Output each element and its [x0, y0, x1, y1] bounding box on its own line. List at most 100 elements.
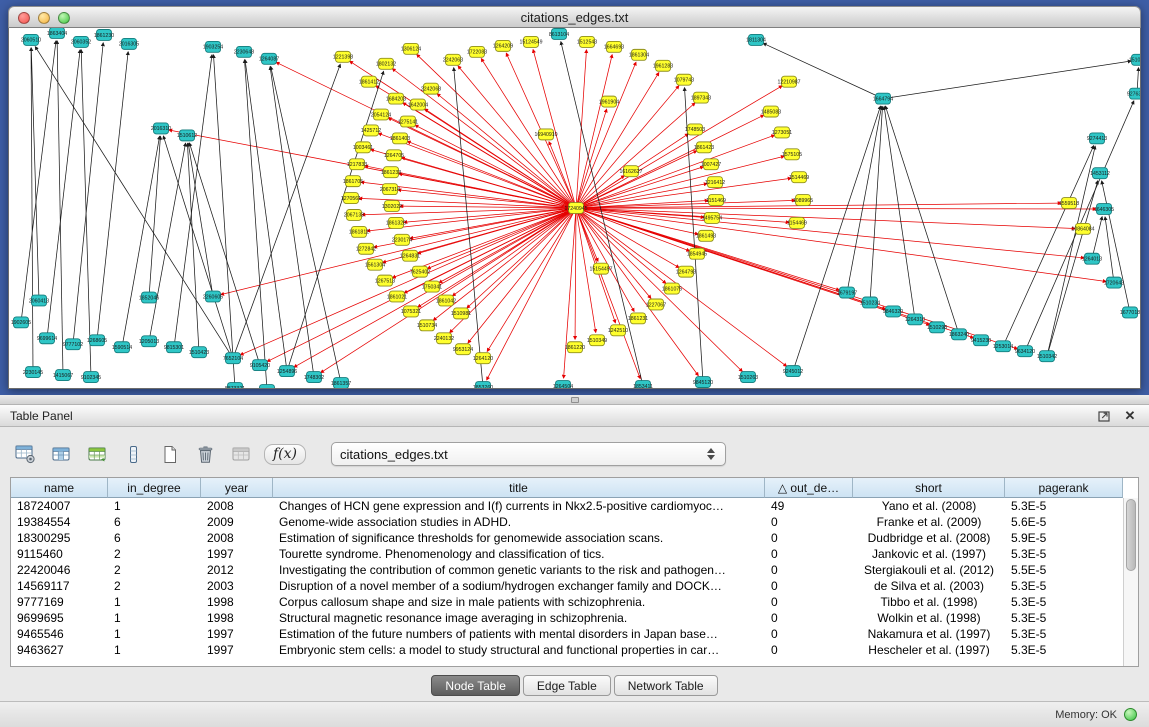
- graph-node[interactable]: 1270561: [341, 193, 361, 204]
- close-window-button[interactable]: [18, 12, 30, 24]
- table-cell[interactable]: Structural magnetic resonance image aver…: [273, 610, 765, 626]
- column-header-year[interactable]: year: [201, 478, 273, 498]
- table-cell[interactable]: 0: [765, 610, 853, 626]
- graph-node[interactable]: 9105420: [250, 360, 270, 371]
- table-row[interactable]: 1830029562008Estimation of significance …: [11, 530, 1123, 546]
- graph-node[interactable]: 1415067: [53, 370, 73, 381]
- float-panel-icon[interactable]: [1095, 408, 1113, 424]
- table-cell[interactable]: 5.3E-5: [1005, 626, 1123, 642]
- graph-node[interactable]: 1302022: [382, 201, 402, 212]
- table-cell[interactable]: 6: [108, 514, 201, 530]
- table-cell[interactable]: 5.3E-5: [1005, 594, 1123, 610]
- graph-node[interactable]: 1903254: [203, 41, 223, 52]
- graph-node[interactable]: 1510342: [1037, 351, 1057, 362]
- dropdown-stepper-icon[interactable]: [707, 448, 717, 460]
- graph-node[interactable]: 9934251: [257, 385, 277, 388]
- table-cell[interactable]: 5.5E-5: [1005, 562, 1123, 578]
- graph-node[interactable]: 1306124: [401, 43, 421, 54]
- table-cell[interactable]: 9465546: [11, 626, 108, 642]
- tab-network-table[interactable]: Network Table: [614, 675, 718, 696]
- table-cell[interactable]: 22420046: [11, 562, 108, 578]
- graph-node[interactable]: 1902605: [11, 317, 31, 328]
- graph-node[interactable]: 1510263: [738, 372, 758, 383]
- graph-node[interactable]: 16162627: [619, 166, 642, 177]
- network-window-titlebar[interactable]: citations_edges.txt: [8, 6, 1141, 28]
- table-cell[interactable]: Stergiakouli et al. (2012): [853, 562, 1005, 578]
- graph-node[interactable]: 1861412: [359, 76, 379, 87]
- graph-node[interactable]: 1861403: [390, 133, 410, 144]
- graph-node[interactable]: 2060413: [29, 295, 49, 306]
- graph-node[interactable]: 1264831: [400, 250, 420, 261]
- graph-node[interactable]: 1242510: [608, 325, 628, 336]
- table-cell[interactable]: de Silva et al. (2003): [853, 578, 1005, 594]
- graph-node[interactable]: 1861230: [94, 29, 114, 40]
- table-cell[interactable]: 1: [108, 642, 201, 658]
- graph-node[interactable]: 9845120: [693, 377, 713, 388]
- graph-node[interactable]: 7625402: [410, 266, 430, 277]
- graph-node[interactable]: 1677018: [1120, 307, 1140, 318]
- graph-node[interactable]: 1861021: [387, 291, 407, 302]
- graph-node[interactable]: 1861220: [565, 342, 585, 353]
- graph-node[interactable]: 8873321: [225, 383, 245, 388]
- graph-node[interactable]: 1205013: [139, 336, 159, 347]
- table-cell[interactable]: Genome-wide association studies in ADHD.: [273, 514, 765, 530]
- graph-node[interactable]: 1861075: [662, 283, 682, 294]
- table-cell[interactable]: Yano et al. (2008): [853, 498, 1005, 514]
- table-cell[interactable]: 1: [108, 610, 201, 626]
- graph-node[interactable]: 1559518: [1059, 198, 1079, 209]
- graph-node[interactable]: 1254896: [277, 366, 297, 377]
- graph-node[interactable]: 2060510: [21, 34, 41, 45]
- table-cell[interactable]: 0: [765, 546, 853, 562]
- graph-node[interactable]: 1720643: [1104, 277, 1124, 288]
- table-select-dropdown[interactable]: citations_edges.txt: [331, 442, 726, 466]
- graph-node[interactable]: 1267513: [375, 275, 395, 286]
- column-header-name[interactable]: name: [11, 478, 108, 498]
- graph-node[interactable]: 2067133: [344, 209, 364, 220]
- graph-node[interactable]: 1227067: [646, 299, 666, 310]
- graph-node[interactable]: 1684203: [386, 93, 406, 104]
- graph-node[interactable]: 1861357: [331, 378, 351, 388]
- graph-node[interactable]: 1268605: [87, 335, 107, 346]
- graph-node[interactable]: 2240132: [434, 333, 454, 344]
- new-column-button[interactable]: [156, 442, 183, 467]
- graph-node[interactable]: 9777102: [63, 339, 83, 350]
- graph-node[interactable]: 1253014: [993, 341, 1013, 352]
- graph-node[interactable]: 1264120: [473, 353, 493, 364]
- graph-node[interactable]: 1854945: [687, 248, 707, 259]
- graph-node[interactable]: 1485083: [761, 106, 781, 117]
- table-scrollbar[interactable]: [1123, 498, 1138, 666]
- table-cell[interactable]: 5.3E-5: [1005, 578, 1123, 594]
- table-mode-button[interactable]: [12, 442, 39, 467]
- graph-node[interactable]: 1590514: [112, 342, 132, 353]
- import-table-button[interactable]: [84, 442, 111, 467]
- table-cell[interactable]: 1: [108, 498, 201, 514]
- panel-divider[interactable]: [0, 395, 1149, 405]
- graph-node[interactable]: 1664693: [604, 41, 624, 52]
- network-graph[interactable]: 2060510186340420603521861230201630519032…: [9, 28, 1140, 388]
- table-cell[interactable]: Embryonic stem cells: a model to study s…: [273, 642, 765, 658]
- graph-node[interactable]: 2054124: [371, 109, 391, 120]
- graph-node[interactable]: 1861233: [381, 167, 401, 178]
- graph-node[interactable]: 1264087: [259, 53, 279, 64]
- table-row[interactable]: 911546021997Tourette syndrome. Phenomeno…: [11, 546, 1123, 562]
- table-cell[interactable]: 5.3E-5: [1005, 498, 1123, 514]
- table-cell[interactable]: 1: [108, 594, 201, 610]
- graph-node[interactable]: 2067314: [380, 184, 400, 195]
- graph-node[interactable]: 1575105: [782, 149, 802, 160]
- graph-node[interactable]: 1151469: [706, 195, 726, 206]
- graph-node[interactable]: 9276341: [1127, 88, 1140, 99]
- table-cell[interactable]: 5.6E-5: [1005, 514, 1123, 530]
- graph-node[interactable]: 2016310: [151, 123, 171, 134]
- graph-node[interactable]: 1642004: [408, 99, 428, 110]
- delete-table-button[interactable]: [228, 442, 255, 467]
- table-row[interactable]: 2242004622012Investigating the contribut…: [11, 562, 1123, 578]
- table-cell[interactable]: 2008: [201, 530, 273, 546]
- graph-node[interactable]: 2242068: [421, 83, 441, 94]
- graph-node[interactable]: 9634120: [1015, 346, 1035, 357]
- graph-node[interactable]: 1853260: [473, 382, 493, 388]
- graph-node[interactable]: 1264310: [905, 314, 925, 325]
- graph-node[interactable]: 1748503: [685, 124, 705, 135]
- table-cell[interactable]: Franke et al. (2009): [853, 514, 1005, 530]
- graph-node[interactable]: 1861304: [629, 49, 649, 60]
- table-cell[interactable]: Estimation of significance thresholds fo…: [273, 530, 765, 546]
